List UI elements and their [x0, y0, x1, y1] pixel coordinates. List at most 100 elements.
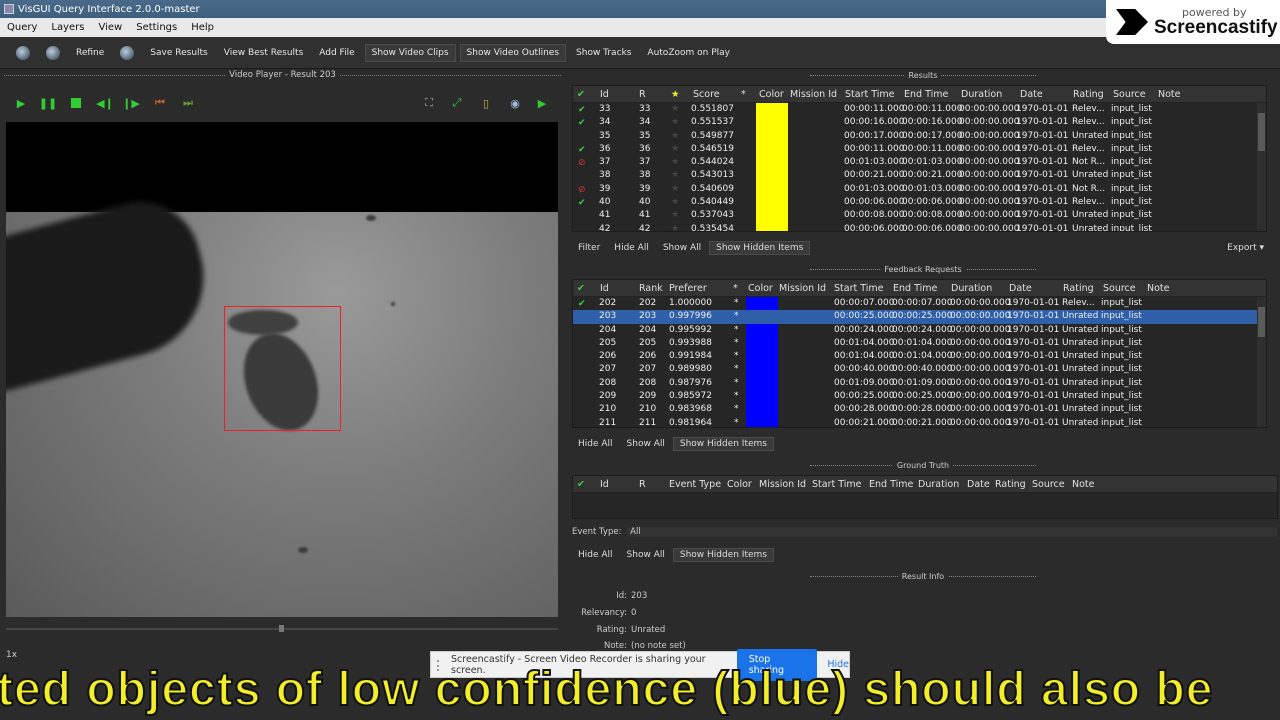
feedback-row[interactable]: 208 208 0.987976 * 00:01:09.000 00:01:09.000 0…: [573, 377, 1266, 390]
results-row[interactable]: ⊘ 37 37 ★ 0.544024 00:01:03.000 00:01:03.000 00…: [573, 156, 1266, 169]
star-icon[interactable]: ★: [671, 104, 679, 114]
export-button[interactable]: Export ▾: [1221, 242, 1270, 254]
feedback-row[interactable]: 205 205 0.993988 * 00:01:04.000 00:01:04.000 0…: [573, 337, 1266, 350]
menu-help[interactable]: Help: [184, 22, 221, 33]
feedback-row[interactable]: 211 211 0.981964 * 00:00:21.000 00:00:21.000 0…: [573, 417, 1266, 427]
col-end-time[interactable]: End Time: [904, 89, 948, 100]
col-start-time[interactable]: Start Time: [845, 89, 894, 100]
step-back-icon[interactable]: ◀❙: [96, 96, 114, 110]
show-tracks-button[interactable]: Show Tracks: [570, 45, 637, 61]
results-row[interactable]: 38 38 ★ 0.543013 00:00:21.000 00:00:21.000 00:…: [573, 169, 1266, 182]
show-video-clips-button[interactable]: Show Video Clips: [364, 43, 456, 62]
col-mission-id[interactable]: Mission Id: [790, 89, 837, 100]
menu-settings[interactable]: Settings: [129, 22, 184, 33]
video-timeline[interactable]: [6, 625, 558, 632]
col-mission-id[interactable]: Mission Id: [759, 479, 806, 490]
star-icon[interactable]: ★: [671, 117, 679, 127]
next-result-icon[interactable]: ⏭: [181, 96, 195, 110]
globe-icon[interactable]: [16, 45, 30, 60]
star-icon[interactable]: ★: [671, 224, 679, 231]
previous-result-icon[interactable]: ⏮: [153, 96, 167, 110]
feedback-show-all-button[interactable]: Show All: [621, 438, 671, 450]
col-color[interactable]: Color: [759, 89, 784, 100]
refine-button[interactable]: Refine: [70, 45, 110, 61]
header-check-icon[interactable]: ✔: [577, 283, 585, 294]
globe-view-icon[interactable]: ◉: [508, 96, 522, 110]
battery-icon[interactable]: ▯: [479, 96, 493, 110]
star-icon[interactable]: ★: [671, 197, 679, 207]
col-note[interactable]: Note: [1072, 479, 1095, 490]
col-rank[interactable]: R: [639, 89, 646, 100]
view-best-results-button[interactable]: View Best Results: [218, 45, 310, 61]
col-event-type[interactable]: Event Type: [669, 479, 721, 490]
menu-view[interactable]: View: [91, 22, 129, 33]
play-icon[interactable]: ▶: [14, 96, 28, 110]
col-date[interactable]: Date: [1020, 89, 1043, 100]
col-asterisk[interactable]: *: [741, 89, 746, 100]
results-row[interactable]: ⊘ 39 39 ★ 0.540609 00:01:03.000 00:01:03.000 00…: [573, 183, 1266, 196]
col-duration[interactable]: Duration: [951, 283, 992, 294]
col-id[interactable]: Id: [600, 479, 609, 490]
col-asterisk[interactable]: *: [733, 283, 738, 294]
star-icon[interactable]: ★: [671, 210, 679, 220]
step-forward-icon[interactable]: ❙▶: [122, 96, 140, 110]
col-source[interactable]: Source: [1113, 89, 1146, 100]
results-row[interactable]: ✔ 36 36 ★ 0.546519 00:00:11.000 00:00:11.000 00…: [573, 143, 1266, 156]
star-icon[interactable]: ★: [671, 184, 679, 194]
col-star[interactable]: ★: [671, 89, 680, 100]
event-type-select[interactable]: All: [627, 527, 1278, 537]
results-show-all-button[interactable]: Show All: [657, 242, 707, 254]
star-icon[interactable]: ★: [671, 170, 679, 180]
results-row[interactable]: ✔ 40 40 ★ 0.540449 00:00:06.000 00:00:06.000 00…: [573, 196, 1266, 209]
col-source[interactable]: Source: [1103, 283, 1136, 294]
results-hide-all-button[interactable]: Hide All: [608, 242, 655, 254]
col-note[interactable]: Note: [1147, 283, 1170, 294]
results-row[interactable]: ✔ 34 34 ★ 0.551537 00:00:16.000 00:00:16.000 00…: [573, 116, 1266, 129]
col-rating[interactable]: Rating: [1063, 283, 1094, 294]
refine-icon[interactable]: [46, 45, 60, 60]
results-row[interactable]: 35 35 ★ 0.549877 00:00:17.000 00:00:17.000 00:…: [573, 130, 1266, 143]
add-file-button[interactable]: Add File: [313, 45, 360, 61]
col-preference[interactable]: Preferer: [669, 283, 707, 294]
col-rating[interactable]: Rating: [995, 479, 1026, 490]
col-duration[interactable]: Duration: [961, 89, 1002, 100]
feedback-row[interactable]: 203 203 0.997996 * 00:00:25.000 00:00:25.000 0…: [573, 310, 1266, 324]
results-scrollbar[interactable]: [1257, 103, 1266, 231]
feedback-row[interactable]: 204 204 0.995992 * 00:00:24.000 00:00:24.000 0…: [573, 324, 1266, 337]
col-color[interactable]: Color: [727, 479, 752, 490]
col-rank[interactable]: Rank: [639, 283, 663, 294]
stop-icon[interactable]: [69, 96, 83, 110]
feedback-hide-all-button[interactable]: Hide All: [572, 438, 619, 450]
autozoom-on-play-button[interactable]: AutoZoom on Play: [641, 45, 736, 61]
star-icon[interactable]: ★: [671, 157, 679, 167]
col-date[interactable]: Date: [1009, 283, 1032, 294]
gt-hide-all-button[interactable]: Hide All: [572, 549, 619, 561]
col-score[interactable]: Score: [693, 89, 720, 100]
feedback-show-hidden-button[interactable]: Show Hidden Items: [672, 437, 774, 451]
col-date[interactable]: Date: [967, 479, 990, 490]
gt-show-all-button[interactable]: Show All: [621, 549, 671, 561]
star-icon[interactable]: ★: [671, 131, 679, 141]
col-start-time[interactable]: Start Time: [812, 479, 861, 490]
pause-icon[interactable]: ❚❚: [39, 96, 57, 110]
zoom-icon[interactable]: ⤢: [450, 96, 464, 110]
menu-layers[interactable]: Layers: [44, 22, 91, 33]
feedback-row[interactable]: 209 209 0.985972 * 00:00:25.000 00:00:25.000 0…: [573, 390, 1266, 403]
fit-view-icon[interactable]: ⛶: [422, 96, 436, 110]
filter-button[interactable]: Filter: [572, 242, 606, 254]
col-duration[interactable]: Duration: [918, 479, 959, 490]
star-icon[interactable]: ★: [671, 144, 679, 154]
col-end-time[interactable]: End Time: [893, 283, 937, 294]
timeline-handle[interactable]: [279, 625, 284, 632]
col-mission-id[interactable]: Mission Id: [779, 283, 826, 294]
gt-show-hidden-button[interactable]: Show Hidden Items: [672, 548, 774, 562]
col-note[interactable]: Note: [1158, 89, 1181, 100]
feedback-row[interactable]: 210 210 0.983968 * 00:00:28.000 00:00:28.000 0…: [573, 403, 1266, 416]
col-end-time[interactable]: End Time: [869, 479, 913, 490]
col-start-time[interactable]: Start Time: [834, 283, 883, 294]
results-show-hidden-button[interactable]: Show Hidden Items: [709, 241, 811, 255]
feedback-scrollbar[interactable]: [1257, 297, 1266, 427]
col-color[interactable]: Color: [748, 283, 773, 294]
feedback-row[interactable]: 207 207 0.989980 * 00:00:40.000 00:00:40.000 0…: [573, 363, 1266, 376]
col-id[interactable]: Id: [600, 89, 609, 100]
